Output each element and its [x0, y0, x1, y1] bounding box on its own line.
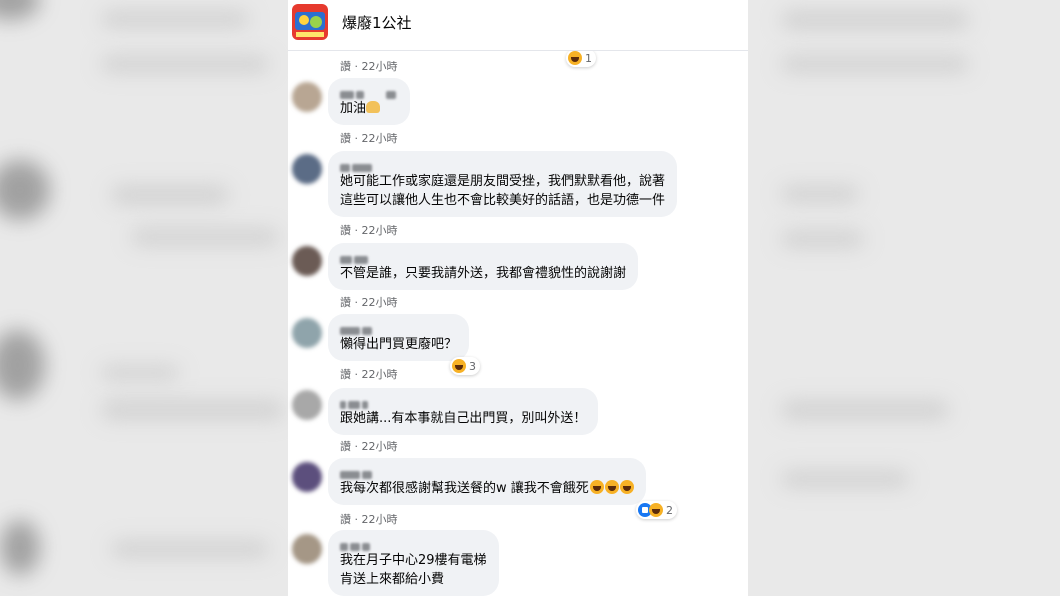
- avatar[interactable]: [292, 246, 322, 276]
- avatar[interactable]: [292, 318, 322, 348]
- page-logo[interactable]: [292, 4, 328, 40]
- comment-meta[interactable]: 讚 · 22小時: [340, 222, 398, 238]
- haha-emoji-icon: [619, 480, 634, 494]
- author-name[interactable]: [340, 395, 586, 409]
- comment-text: 懶得出門買更廢吧？: [340, 337, 458, 352]
- haha-icon: [649, 503, 663, 517]
- author-name[interactable]: [340, 537, 487, 551]
- reaction-count: 2: [666, 503, 673, 517]
- avatar[interactable]: [292, 82, 322, 112]
- flexed-biceps-icon: [366, 101, 381, 113]
- comment-meta[interactable]: 讚 · 22小時: [340, 366, 398, 382]
- comment-bubble: 不管是誰，只要我請外送，我都會禮貌性的說謝謝: [328, 243, 639, 290]
- comment-meta[interactable]: 讚 · 22小時: [340, 511, 398, 527]
- comment-text-line: 她可能工作或家庭還是朋友間受挫，我們默默看他，說著: [340, 174, 666, 189]
- author-name[interactable]: [340, 465, 634, 479]
- page-header: 爆廢1公社: [288, 0, 748, 51]
- comment-bubble: 我每次都很感謝幫我送餐的w 讓我不會餓死: [328, 458, 646, 505]
- avatar[interactable]: [292, 534, 322, 564]
- author-name[interactable]: [340, 158, 665, 172]
- comment-bubble: 跟她講...有本事就自己出門買，別叫外送！: [328, 388, 599, 435]
- comment-text-line: 肯送上來都給小費: [340, 572, 445, 587]
- comment-text: 不管是誰，只要我請外送，我都會禮貌性的說謝謝: [340, 266, 627, 281]
- reaction-count: 3: [469, 359, 476, 373]
- comment-text-line: 我在月子中心29樓有電梯: [340, 553, 487, 568]
- avatar[interactable]: [292, 462, 322, 492]
- comment-bubble: 我在月子中心29樓有電梯 肯送上來都給小費: [328, 530, 499, 596]
- author-name[interactable]: [340, 321, 457, 335]
- reaction-count: 1: [585, 51, 592, 65]
- page-name[interactable]: 爆廢1公社: [342, 12, 412, 33]
- haha-icon: [452, 359, 466, 373]
- author-name[interactable]: [340, 250, 626, 264]
- comment-text: 跟她講...有本事就自己出門買，別叫外送！: [340, 411, 587, 426]
- avatar[interactable]: [292, 154, 322, 184]
- comment-bubble: 她可能工作或家庭還是朋友間受挫，我們默默看他，說著 這些可以讓他人生也不會比較美…: [328, 151, 678, 217]
- reaction-badge[interactable]: 2: [636, 501, 677, 519]
- haha-icon: [568, 51, 582, 65]
- comment-bubble: 加油: [328, 78, 410, 125]
- reaction-badge[interactable]: 1: [566, 49, 596, 67]
- comment-meta[interactable]: 讚 · 22小時: [340, 294, 398, 310]
- avatar[interactable]: [292, 390, 322, 420]
- comments-panel: 爆廢1公社 1 讚 · 22小時 加油 讚 · 22小時 她可能工作或家庭還是朋…: [288, 0, 748, 596]
- comment-meta[interactable]: 讚 · 22小時: [340, 58, 398, 74]
- comment-text: 加油: [340, 101, 367, 116]
- haha-emoji-icon: [604, 480, 619, 494]
- comment-text-line: 這些可以讓他人生也不會比較美好的話語，也是功德一件: [340, 193, 666, 208]
- haha-emoji-icon: [589, 480, 604, 494]
- reaction-badge[interactable]: 3: [450, 357, 480, 375]
- comment-meta[interactable]: 讚 · 22小時: [340, 130, 398, 146]
- author-name[interactable]: [340, 85, 398, 99]
- comment-meta[interactable]: 讚 · 22小時: [340, 438, 398, 454]
- comment-bubble: 懶得出門買更廢吧？: [328, 314, 470, 361]
- comment-text: 我每次都很感謝幫我送餐的w 讓我不會餓死: [340, 481, 589, 496]
